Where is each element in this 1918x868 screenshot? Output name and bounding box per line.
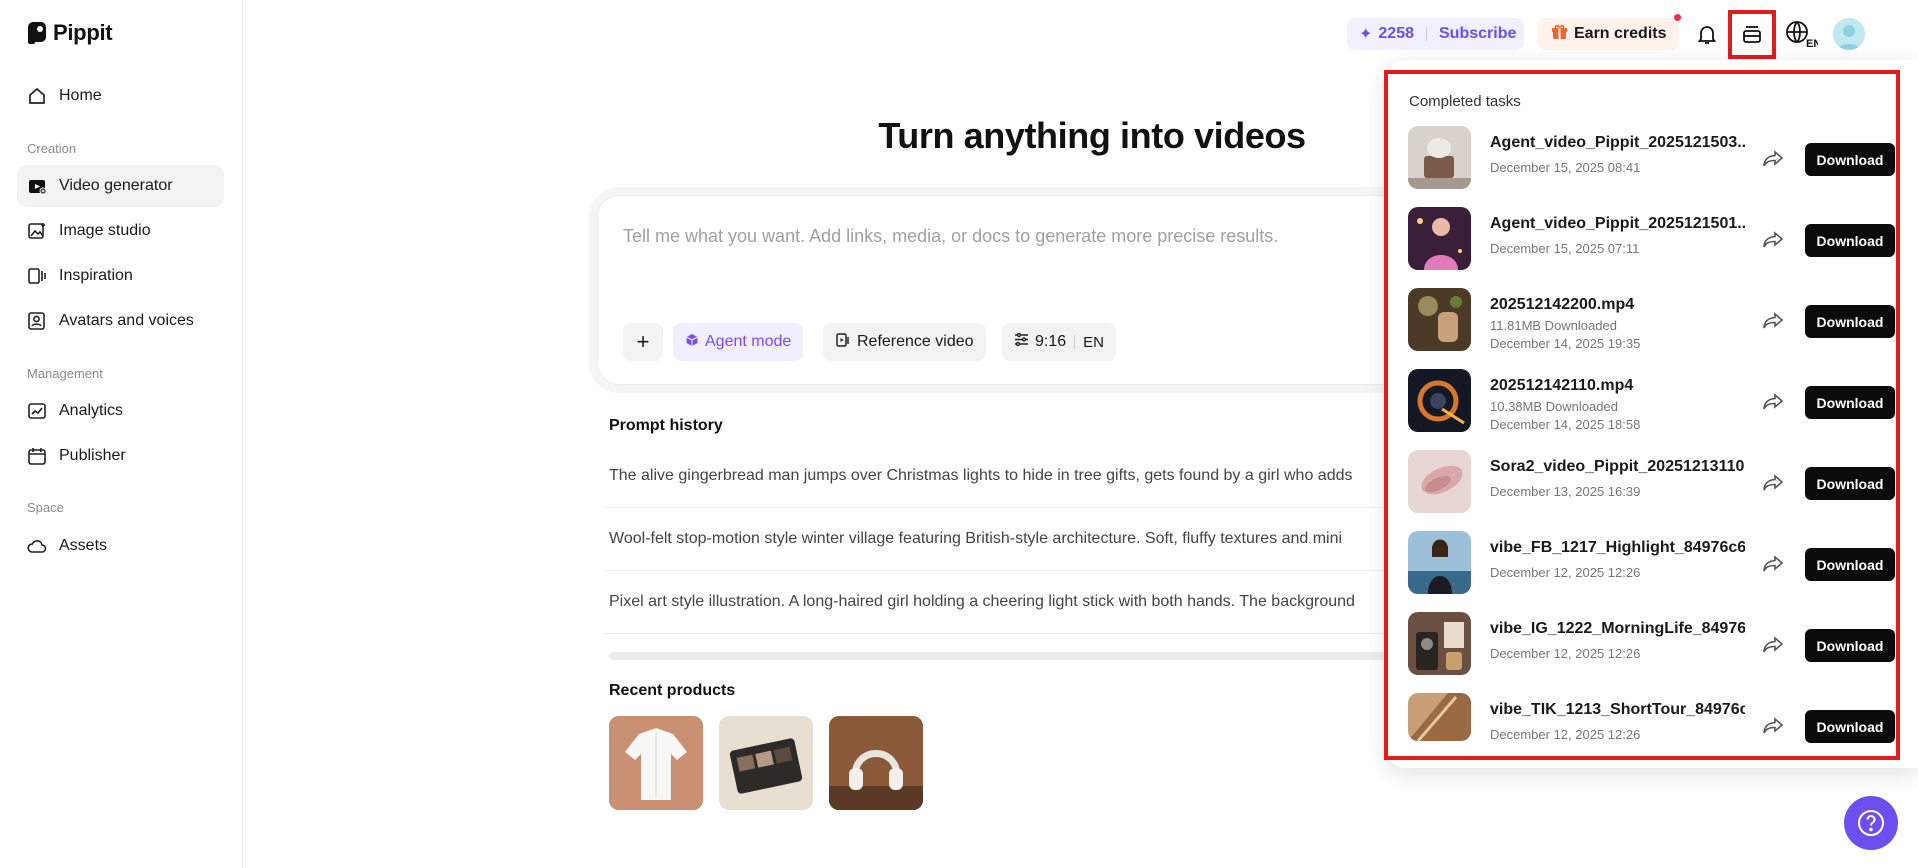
prompt-history-item[interactable]: The alive gingerbread man jumps over Chr…: [604, 445, 1414, 508]
section-label-management: Management: [27, 366, 103, 381]
agent-mode-label: Agent mode: [705, 333, 792, 350]
section-label-space: Space: [27, 500, 64, 515]
video-generator-icon: [27, 176, 47, 196]
notification-bell-icon[interactable]: [1691, 18, 1723, 50]
product-thumbnail-palette[interactable]: [719, 716, 813, 810]
product-thumbnail-shirt[interactable]: [609, 716, 703, 810]
app-name: Pippit: [53, 20, 113, 45]
sidebar-item-image-studio[interactable]: Image studio: [17, 210, 224, 252]
avatar-voice-icon: [27, 311, 47, 331]
inspiration-icon: [27, 266, 47, 286]
sidebar-item-label: Publisher: [59, 447, 126, 464]
sidebar-item-label: Image studio: [59, 222, 151, 239]
sidebar: Pippit Home Creation Video generator Ima…: [0, 0, 243, 868]
cloud-icon: [27, 536, 47, 556]
plus-icon: +: [636, 329, 650, 354]
notification-dot: [1674, 14, 1681, 21]
sidebar-item-video-generator[interactable]: Video generator: [17, 165, 224, 207]
prompt-input[interactable]: Tell me what you want. Add links, media,…: [623, 226, 1278, 247]
credits-subscribe-pill[interactable]: ✦ 2258 Subscribe: [1347, 18, 1524, 50]
prompt-history-item[interactable]: Wool-felt stop-motion style winter villa…: [604, 508, 1414, 571]
sliders-icon: [1014, 332, 1029, 352]
product-thumbnail-headphones[interactable]: [829, 716, 923, 810]
sidebar-item-inspiration[interactable]: Inspiration: [17, 255, 224, 297]
section-label-creation: Creation: [27, 141, 77, 156]
reference-video-icon: [835, 332, 851, 353]
analytics-icon: [27, 401, 47, 421]
agent-mode-button[interactable]: Agent mode: [673, 323, 804, 361]
language-globe-icon[interactable]: EN: [1783, 18, 1819, 50]
earn-credits-button[interactable]: Earn credits: [1538, 18, 1679, 50]
sparkle-icon: ✦: [1359, 26, 1373, 43]
sidebar-item-publisher[interactable]: Publisher: [17, 435, 224, 477]
help-icon: [1858, 810, 1884, 836]
ratio-label: 9:16: [1035, 333, 1067, 350]
sidebar-item-label: Assets: [59, 537, 108, 554]
sidebar-item-label: Video generator: [59, 177, 173, 194]
add-attachment-button[interactable]: +: [623, 323, 663, 361]
ratio-language-button[interactable]: 9:16 EN: [1002, 323, 1116, 361]
help-button[interactable]: [1844, 796, 1898, 850]
language-label: EN: [1083, 333, 1104, 351]
sidebar-item-label: Avatars and voices: [59, 312, 194, 329]
tasks-panel-highlight: [1384, 70, 1900, 760]
prompt-history-item-faded: [604, 640, 1414, 660]
sidebar-item-label: Analytics: [59, 402, 124, 419]
subscribe-link[interactable]: Subscribe: [1439, 25, 1516, 43]
sidebar-item-analytics[interactable]: Analytics: [17, 390, 224, 432]
sidebar-item-assets[interactable]: Assets: [17, 525, 224, 567]
tasks-icon-highlight: [1728, 10, 1776, 59]
prompt-history-title: Prompt history: [609, 417, 723, 434]
calendar-icon: [27, 446, 47, 466]
cube-icon: [685, 333, 699, 352]
recent-products-title: Recent products: [609, 682, 736, 699]
app-logo[interactable]: Pippit: [27, 20, 113, 46]
sidebar-item-label: Inspiration: [59, 267, 133, 284]
prompt-card[interactable]: Tell me what you want. Add links, media,…: [597, 195, 1417, 385]
avatar[interactable]: [1833, 18, 1865, 50]
divider: [1426, 27, 1427, 41]
pippit-logo-icon: [28, 22, 46, 44]
earn-credits-label: Earn credits: [1574, 25, 1667, 42]
sidebar-item-home[interactable]: Home: [17, 75, 224, 117]
credits-count: 2258: [1378, 25, 1414, 42]
gift-icon: [1552, 24, 1567, 45]
reference-video-label: Reference video: [857, 333, 974, 350]
image-studio-icon: [27, 221, 47, 241]
prompt-history-item[interactable]: Pixel art style illustration. A long-hai…: [604, 571, 1414, 634]
language-code: EN: [1806, 38, 1818, 49]
reference-video-button[interactable]: Reference video: [823, 323, 986, 361]
home-icon: [27, 86, 47, 106]
sidebar-item-label: Home: [59, 87, 102, 104]
divider: [1074, 335, 1076, 349]
sidebar-item-avatars-voices[interactable]: Avatars and voices: [17, 300, 224, 342]
